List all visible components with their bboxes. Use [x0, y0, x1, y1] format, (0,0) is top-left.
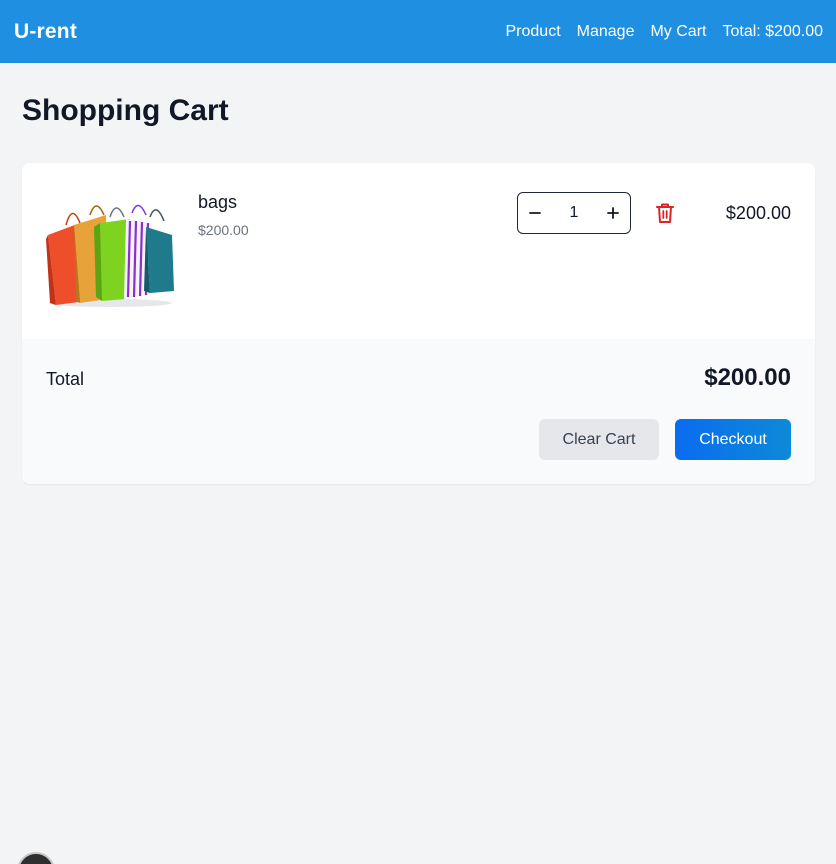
nav-links: Product Manage My Cart Total: $200.00 — [506, 23, 824, 41]
minus-icon — [529, 212, 541, 214]
cart-summary: Total $200.00 Clear Cart Checkout — [22, 339, 815, 484]
cart-item: bags $200.00 1 $200.00 — [22, 163, 815, 339]
nav-cart-total: Total: $200.00 — [722, 22, 823, 40]
total-label: Total — [46, 369, 85, 389]
nav-link-manage[interactable]: Manage — [577, 23, 635, 41]
increase-quantity-button[interactable] — [596, 193, 630, 233]
total-value: $200.00 — [704, 364, 791, 391]
clear-cart-button[interactable]: Clear Cart — [539, 419, 659, 460]
remove-item-button[interactable] — [653, 200, 677, 226]
nav-link-my-cart[interactable]: My Cart — [650, 23, 706, 41]
checkout-button[interactable]: Checkout — [675, 419, 791, 460]
floating-avatar-button[interactable] — [17, 852, 55, 864]
item-line-total: $200.00 — [725, 203, 791, 223]
quantity-value[interactable]: 1 — [552, 204, 596, 222]
plus-icon — [607, 207, 619, 219]
item-unit-price: $200.00 — [198, 222, 249, 238]
page-title: Shopping Cart — [22, 94, 229, 127]
quantity-stepper: 1 — [517, 192, 631, 234]
brand-logo[interactable]: U-rent — [14, 20, 77, 44]
shopping-bags-image — [46, 193, 174, 309]
item-name: bags — [198, 192, 238, 212]
trash-icon — [656, 203, 674, 223]
cart-card: bags $200.00 1 $200.00 Total $200.00 Cle… — [22, 163, 815, 484]
decrease-quantity-button[interactable] — [518, 193, 552, 233]
nav-link-product[interactable]: Product — [506, 23, 561, 41]
top-navbar: U-rent Product Manage My Cart Total: $20… — [0, 0, 836, 63]
